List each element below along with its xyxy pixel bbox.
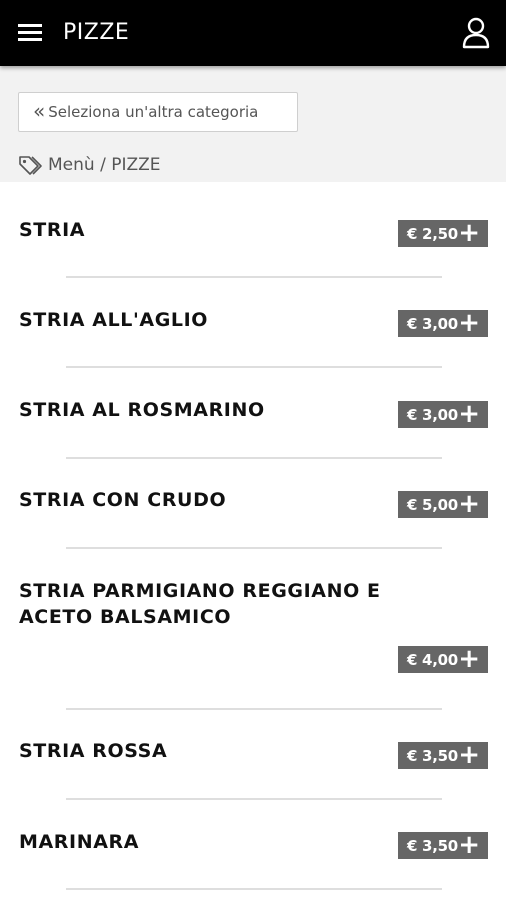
item-divider xyxy=(66,547,442,549)
add-to-cart-button[interactable]: € 5,00 + xyxy=(398,491,488,518)
item-divider xyxy=(66,708,442,710)
breadcrumb-text: Menù / PIZZE xyxy=(48,155,161,175)
price-label: € 3,00 xyxy=(407,405,458,424)
product-name: STRIA ALL'AGLIO xyxy=(19,309,209,331)
user-account-icon[interactable] xyxy=(460,15,492,51)
price-label: € 3,50 xyxy=(407,746,458,765)
page-title: PIZZE xyxy=(63,20,130,45)
item-divider xyxy=(66,798,442,800)
plus-icon: + xyxy=(458,488,480,519)
plus-icon: + xyxy=(458,739,480,770)
select-other-category-button[interactable]: « Seleziona un'altra categoria xyxy=(18,92,298,132)
item-divider xyxy=(66,888,442,890)
product-name: MARINARA xyxy=(19,831,140,853)
item-divider xyxy=(66,366,442,368)
add-to-cart-button[interactable]: € 4,00 + xyxy=(398,646,488,673)
plus-icon: + xyxy=(458,398,480,429)
select-other-category-label: Seleziona un'altra categoria xyxy=(48,103,259,121)
hamburger-menu-icon[interactable] xyxy=(16,18,46,48)
plus-icon: + xyxy=(458,307,480,338)
price-label: € 3,00 xyxy=(407,314,458,333)
plus-icon: + xyxy=(458,643,480,674)
double-chevron-left-icon: « xyxy=(33,99,46,123)
plus-icon: + xyxy=(458,829,480,860)
category-header: « Seleziona un'altra categoria Menù / PI… xyxy=(0,66,506,182)
add-to-cart-button[interactable]: € 3,50 + xyxy=(398,832,488,859)
product-name: STRIA CON CRUDO xyxy=(19,489,227,511)
product-name: STRIA xyxy=(19,219,86,241)
add-to-cart-button[interactable]: € 3,00 + xyxy=(398,401,488,428)
product-name: STRIA ROSSA xyxy=(19,740,168,762)
app-bar: PIZZE xyxy=(0,0,506,66)
breadcrumb: Menù / PIZZE xyxy=(18,154,161,176)
price-label: € 4,00 xyxy=(407,650,458,669)
item-divider xyxy=(66,276,442,278)
add-to-cart-button[interactable]: € 3,00 + xyxy=(398,310,488,337)
product-name: STRIA AL ROSMARINO xyxy=(19,399,265,421)
add-to-cart-button[interactable]: € 2,50 + xyxy=(398,220,488,247)
item-divider xyxy=(66,457,442,459)
add-to-cart-button[interactable]: € 3,50 + xyxy=(398,742,488,769)
price-label: € 5,00 xyxy=(407,495,458,514)
tag-icon xyxy=(19,156,42,175)
plus-icon: + xyxy=(458,217,480,248)
product-name: STRIA PARMIGIANO REGGIANO E ACETO BALSAM… xyxy=(19,580,381,628)
price-label: € 3,50 xyxy=(407,836,458,855)
price-label: € 2,50 xyxy=(407,224,458,243)
